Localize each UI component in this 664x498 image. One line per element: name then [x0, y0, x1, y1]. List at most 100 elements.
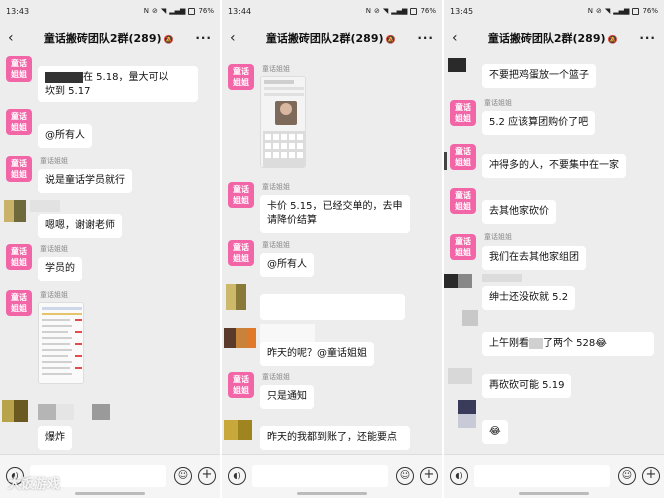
message-bubble[interactable]: 爆炸: [38, 426, 72, 450]
mute-bell-icon: 🔕: [163, 35, 174, 44]
wifi-icon: ◥: [604, 7, 611, 15]
plus-icon[interactable]: +: [420, 467, 438, 485]
message-bubble[interactable]: 5.2 应该算团购价了吧: [482, 111, 596, 135]
mute-icon: ⊘: [596, 7, 602, 15]
blurred-avatar[interactable]: [448, 58, 466, 72]
wifi-icon: ◥: [382, 7, 389, 15]
sender-name: 童话姐姐: [262, 183, 290, 191]
sender-name: 童话姐姐: [40, 291, 68, 299]
blurred-message-bubble[interactable]: [260, 294, 405, 320]
message-bubble[interactable]: 冲得多的人，不要集中在一家: [482, 154, 626, 178]
message-bubble[interactable]: @所有人: [260, 253, 314, 277]
message-list[interactable]: 童话 姐姐 童话姐姐 童话 姐姐 童话姐姐 卡价 5.15，已经交单的，去申 请…: [222, 54, 442, 454]
image-message[interactable]: [260, 76, 306, 168]
plus-icon[interactable]: +: [198, 467, 216, 485]
avatar[interactable]: 童话 姐姐: [6, 109, 32, 135]
message-bubble[interactable]: 说是童话学员就行: [38, 169, 132, 193]
message-bubble[interactable]: 去其他家砍价: [482, 200, 556, 224]
blurred-avatar[interactable]: [224, 328, 256, 348]
message-list[interactable]: 童话 姐姐 在 5.18，量大可以 坎到 5.17 童话 姐姐 @所有人 童话 姐姐 …: [0, 54, 220, 454]
blurred-avatar[interactable]: [444, 274, 472, 288]
chat-header: ‹ 童话搬砖团队2群(289) 🔕 ···: [0, 22, 220, 54]
sender-name: 童话姐姐: [262, 373, 290, 381]
blurred-message-bubble[interactable]: [260, 324, 315, 344]
message-input[interactable]: [474, 465, 610, 487]
back-icon[interactable]: ‹: [230, 30, 244, 46]
home-indicator: [75, 492, 145, 495]
message-input[interactable]: [252, 465, 388, 487]
back-icon[interactable]: ‹: [8, 30, 22, 46]
home-indicator: [297, 492, 367, 495]
blurred-avatar[interactable]: [4, 200, 26, 222]
avatar[interactable]: 童话 姐姐: [6, 56, 32, 82]
status-bar: 13:43 N ⊘ ◥ ▂▄▆ 76%: [0, 0, 220, 22]
message-bubble[interactable]: 嗯嗯，谢谢老师: [38, 214, 122, 238]
sender-name: 童话姐姐: [484, 99, 512, 107]
signal-icon: ▂▄▆: [169, 7, 186, 15]
status-time: 13:44: [228, 6, 252, 16]
message-bubble[interactable]: @所有人: [38, 124, 92, 148]
avatar[interactable]: 童话 姐姐: [228, 182, 254, 208]
blurred-name: [482, 274, 522, 282]
avatar[interactable]: 童话 姐姐: [228, 372, 254, 398]
avatar[interactable]: 童话 姐姐: [450, 234, 476, 260]
message-bubble[interactable]: 昨天的我都到账了，还能要点: [260, 426, 410, 450]
message-bubble[interactable]: 在 5.18，量大可以 坎到 5.17: [38, 66, 198, 102]
blurred-avatar[interactable]: [448, 368, 472, 384]
image-message[interactable]: [38, 302, 84, 384]
nfc-icon: N: [143, 7, 150, 15]
back-icon[interactable]: ‹: [452, 30, 466, 46]
avatar[interactable]: 童话 姐姐: [6, 156, 32, 182]
message-bubble[interactable]: 上午刚看 了两个 528😂: [482, 332, 654, 356]
chat-screen-1: 13:43 N ⊘ ◥ ▂▄▆ 76% ‹ 童话搬砖团队2群(289) 🔕 ···…: [0, 0, 220, 498]
more-options-icon[interactable]: ···: [195, 31, 212, 45]
sender-name: 童话姐姐: [484, 233, 512, 241]
avatar[interactable]: 童话 姐姐: [450, 188, 476, 214]
input-bar: ◖) ☺ +: [222, 454, 442, 498]
chat-title: 童话搬砖团队2群(289) 🔕: [43, 32, 174, 45]
blurred-name: [38, 404, 110, 420]
message-bubble[interactable]: 不要把鸡蛋放一个篮子: [482, 64, 596, 88]
avatar[interactable]: 童话 姐姐: [228, 64, 254, 90]
more-options-icon[interactable]: ···: [417, 31, 434, 45]
message-list[interactable]: 不要把鸡蛋放一个篮子 童话 姐姐 童话姐姐 5.2 应该算团购价了吧 童话 姐姐 冲…: [444, 54, 664, 454]
message-bubble[interactable]: 学员的: [38, 257, 82, 281]
sender-name: 童话姐姐: [262, 241, 290, 249]
avatar[interactable]: 童话 姐姐: [6, 244, 32, 270]
blurred-avatar[interactable]: [462, 310, 478, 326]
message-bubble[interactable]: 只是通知: [260, 385, 314, 409]
sender-name: 童话姐姐: [40, 245, 68, 253]
status-bar: 13:45 N ⊘ ◥ ▂▄▆ 76%: [444, 0, 664, 22]
mute-bell-icon: 🔕: [385, 35, 396, 44]
voice-icon[interactable]: ◖): [450, 467, 468, 485]
message-bubble[interactable]: 我们在去其他家组团: [482, 246, 586, 270]
emoji-icon[interactable]: ☺: [396, 467, 414, 485]
blurred-name: [30, 200, 60, 212]
blurred-avatar[interactable]: [2, 400, 28, 422]
avatar[interactable]: 童话 姐姐: [450, 144, 476, 170]
redacted-block: [529, 337, 543, 349]
message-bubble[interactable]: 昨天的呢？@童话姐姐: [260, 342, 374, 366]
blurred-avatar[interactable]: [458, 400, 476, 428]
message-bubble[interactable]: 😂: [482, 420, 508, 444]
mute-icon: ⊘: [374, 7, 380, 15]
avatar[interactable]: 童话 姐姐: [450, 100, 476, 126]
message-bubble[interactable]: 绅士还没砍就 5.2: [482, 286, 576, 310]
signal-icon: ▂▄▆: [613, 7, 630, 15]
blurred-avatar[interactable]: [224, 420, 252, 440]
mute-bell-icon: 🔕: [607, 35, 618, 44]
screenshot-thumbnail: [261, 77, 305, 167]
avatar[interactable]: 童话 姐姐: [228, 240, 254, 266]
chat-title: 童话搬砖团队2群(289) 🔕: [487, 32, 618, 45]
voice-icon[interactable]: ◖): [228, 467, 246, 485]
blurred-avatar[interactable]: [226, 284, 246, 310]
sender-name: 童话姐姐: [262, 65, 290, 73]
avatar[interactable]: 童话 姐姐: [6, 290, 32, 316]
plus-icon[interactable]: +: [642, 467, 660, 485]
message-bubble[interactable]: 再砍砍可能 5.19: [482, 374, 572, 398]
emoji-icon[interactable]: ☺: [618, 467, 636, 485]
message-bubble[interactable]: 卡价 5.15，已经交单的，去申 请降价结算: [260, 195, 410, 233]
more-options-icon[interactable]: ···: [639, 31, 656, 45]
wifi-icon: ◥: [160, 7, 167, 15]
emoji-icon[interactable]: ☺: [174, 467, 192, 485]
